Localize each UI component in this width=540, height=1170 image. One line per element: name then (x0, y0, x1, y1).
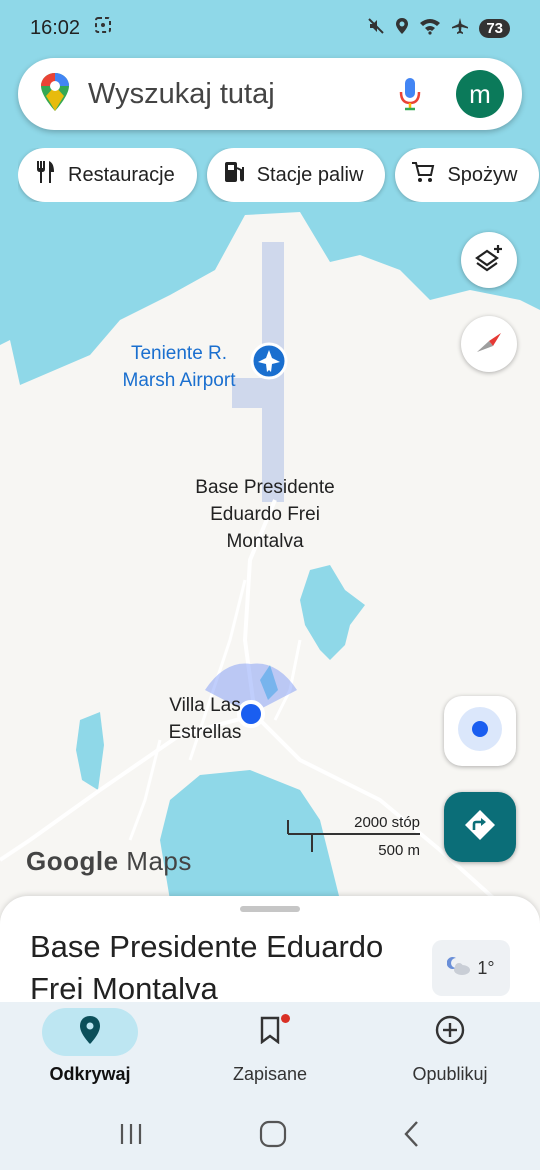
layers-icon (474, 243, 504, 278)
location-pin-icon (78, 1015, 102, 1050)
nav-label: Odkrywaj (49, 1064, 131, 1084)
layers-button[interactable] (461, 232, 517, 288)
airport-label[interactable]: Teniente R. Marsh Airport (110, 340, 248, 394)
directions-icon (463, 808, 497, 847)
add-circle-icon (435, 1015, 465, 1050)
chip-groceries[interactable]: Spożyw (395, 148, 540, 202)
scale-metric-label: 500 m (378, 842, 420, 859)
search-bar[interactable]: Wyszukaj tutaj m (18, 58, 522, 130)
weather-partly-cloudy-icon (447, 955, 471, 982)
place-title: Base Presidente Eduardo Frei Montalva (30, 929, 384, 1006)
sheet-drag-handle[interactable] (240, 906, 300, 912)
status-time: 16:02 (30, 16, 81, 39)
my-location-button[interactable] (444, 696, 516, 766)
weather-chip[interactable]: 1° (432, 940, 510, 996)
system-navigation-bar (0, 1102, 540, 1170)
directions-button[interactable] (444, 792, 516, 862)
chip-label: Stacje paliw (256, 163, 364, 186)
category-chips: Restauracje Stacje paliw Spożyw (18, 148, 540, 202)
search-input[interactable]: Wyszukaj tutaj (88, 78, 392, 111)
chip-restaurants[interactable]: Restauracje (18, 148, 197, 202)
compass-icon (475, 328, 503, 361)
nav-label: Opublikuj (412, 1064, 488, 1084)
fork-knife-icon (34, 160, 56, 190)
account-avatar[interactable]: m (456, 70, 504, 118)
recent-apps-icon[interactable] (118, 1122, 144, 1151)
home-icon[interactable] (259, 1120, 287, 1153)
microphone-icon[interactable] (392, 74, 428, 114)
nav-label: Zapisane (232, 1064, 308, 1084)
battery-indicator: 73 (479, 18, 510, 38)
bookmark-icon (259, 1016, 281, 1049)
status-bar: 16:02 73 (0, 0, 540, 56)
airplane-mode-icon (451, 17, 469, 40)
chip-gas-stations[interactable]: Stacje paliw (206, 148, 386, 202)
wifi-icon (419, 17, 441, 40)
google-maps-logo-icon (40, 72, 70, 117)
scale-imperial-label: 2000 stóp (354, 814, 420, 831)
location-status-icon (395, 17, 409, 40)
nav-saved[interactable]: Zapisane (180, 1002, 360, 1102)
chip-label: Spożyw (447, 163, 518, 186)
weather-temperature: 1° (477, 957, 495, 978)
nav-explore[interactable]: Odkrywaj (0, 1002, 180, 1102)
notification-dot (281, 1014, 290, 1023)
villa-label[interactable]: Villa Las Estrellas (150, 692, 260, 746)
my-location-icon (456, 705, 504, 758)
gas-station-icon (223, 160, 245, 190)
map-scale: 2000 stóp 500 m (286, 812, 426, 859)
airport-marker (250, 342, 288, 380)
base-label[interactable]: Base Presidente Eduardo Frei Montalva (190, 474, 340, 555)
back-icon[interactable] (402, 1120, 422, 1153)
google-maps-wordmark: Google Maps (26, 846, 192, 876)
mute-icon (367, 17, 385, 40)
screenshot-icon (94, 16, 112, 40)
cart-icon (411, 160, 435, 190)
bottom-navigation: Odkrywaj Zapisane Opublikuj (0, 1002, 540, 1102)
place-bottom-sheet[interactable]: Base Presidente Eduardo Frei Montalva 1° (0, 896, 540, 1016)
chip-label: Restauracje (68, 163, 175, 186)
nav-contribute[interactable]: Opublikuj (360, 1002, 540, 1102)
compass-button[interactable] (461, 316, 517, 372)
